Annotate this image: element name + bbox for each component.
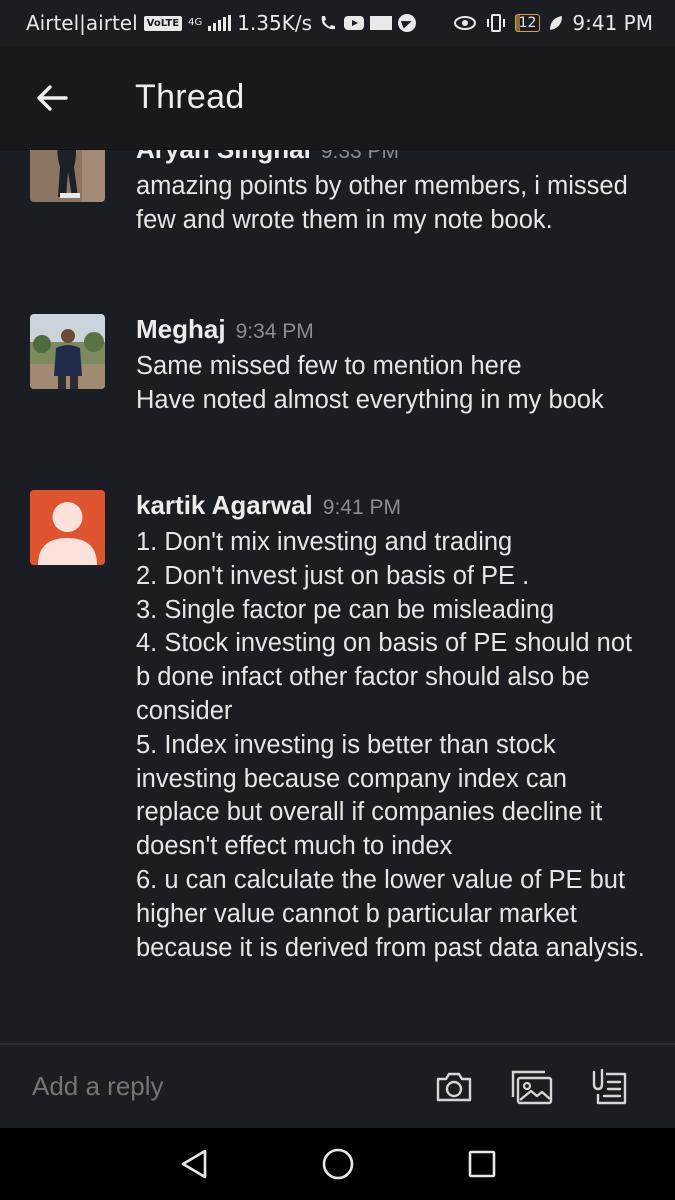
reply-input[interactable] (30, 1070, 415, 1103)
avatar[interactable] (30, 150, 105, 202)
file-button[interactable] (571, 1057, 649, 1117)
nav-home-button[interactable] (266, 1128, 410, 1200)
leaf-icon (550, 16, 563, 30)
back-button[interactable] (22, 68, 82, 128)
message-time: 9:41 PM (322, 496, 402, 519)
navigation-bar (0, 1128, 675, 1200)
carrier-name: Airtel|airtel (26, 11, 138, 35)
message-text: Same missed few to mention here Have not… (136, 352, 604, 414)
reply-bar (0, 1043, 675, 1128)
nav-recents-icon (468, 1150, 495, 1178)
signal-icon (208, 15, 232, 31)
app-header: Thread (0, 46, 675, 150)
page-title: Thread (135, 78, 245, 116)
nav-back-button[interactable] (122, 1128, 266, 1200)
file-icon (592, 1068, 627, 1104)
telegram-icon (398, 14, 417, 32)
status-bar: Airtel|airtel VoLTE 4G 1.35K/s 12 9:41 P… (0, 0, 675, 46)
user-photo (30, 150, 105, 202)
network-speed: 1.35K/s (237, 11, 313, 35)
message-text: amazing points by other members, i misse… (136, 172, 635, 234)
message-text: 1. Don't mix investing and trading 2. Do… (136, 528, 645, 962)
user-photo (30, 314, 105, 389)
wifi-calling-icon (321, 16, 336, 30)
message-author[interactable]: kartik Agarwal (136, 490, 313, 521)
message-time: 9:34 PM (235, 320, 314, 343)
network-type: 4G (188, 17, 203, 28)
avatar[interactable] (30, 314, 105, 389)
battery-icon: 12 (514, 14, 541, 32)
message-time: 9:33 PM (320, 150, 400, 163)
thread-list[interactable]: Aryan Singhal 9:33 PM amazing points by … (0, 150, 675, 1043)
zomato-icon (370, 16, 393, 30)
gallery-button[interactable] (493, 1057, 571, 1117)
camera-button[interactable] (415, 1057, 493, 1117)
nav-home-icon (322, 1148, 353, 1180)
camera-icon (436, 1072, 472, 1101)
youtube-icon (344, 16, 365, 30)
eye-icon (453, 16, 476, 30)
avatar[interactable] (30, 490, 105, 565)
gallery-icon (511, 1070, 553, 1104)
vibrate-icon (486, 14, 505, 32)
nav-recents-button[interactable] (410, 1128, 554, 1200)
clock: 9:41 PM (572, 11, 653, 35)
back-arrow-icon (37, 84, 68, 111)
volte-badge: VoLTE (143, 15, 183, 31)
message-author[interactable]: Aryan Singhal (136, 150, 311, 165)
message-author[interactable]: Meghaj (136, 314, 226, 345)
nav-back-icon (181, 1149, 206, 1179)
default-avatar-icon (30, 490, 105, 565)
